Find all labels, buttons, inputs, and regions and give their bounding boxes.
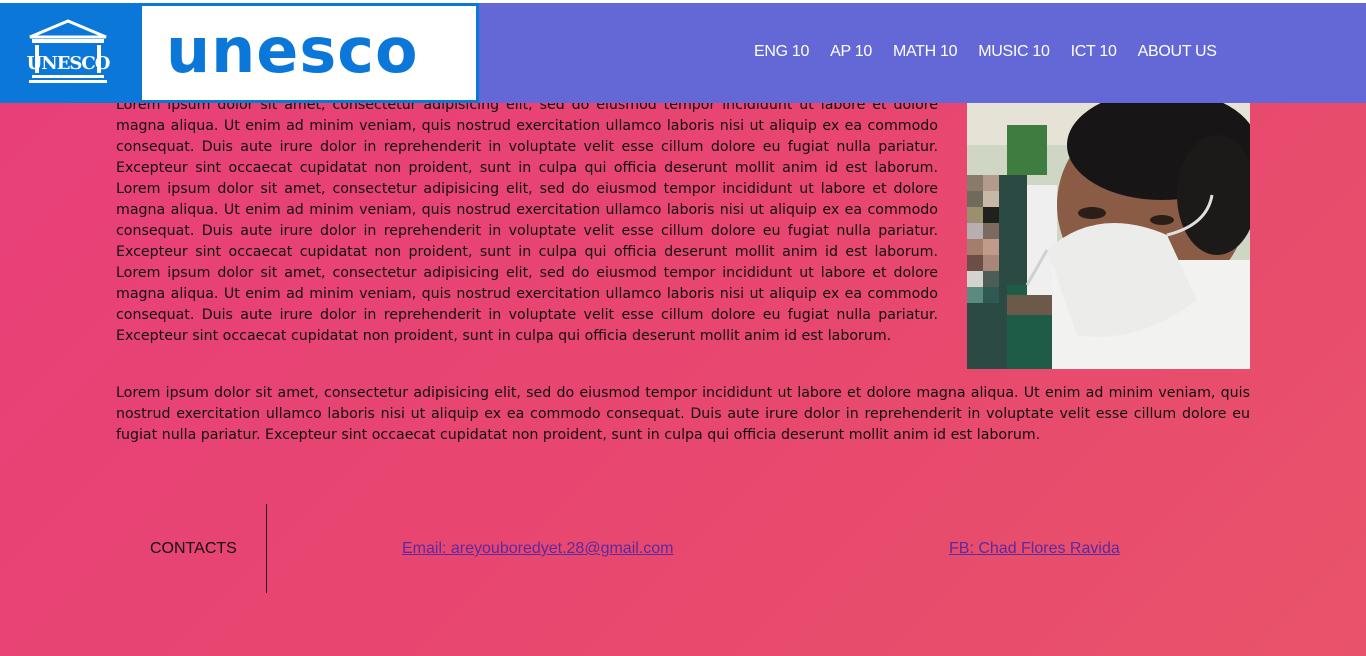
- email-link[interactable]: Email: areyouboredyet.28@gmail.com: [402, 540, 673, 558]
- profile-photo: [967, 85, 1250, 369]
- temple-icon: UNESCO: [27, 19, 110, 83]
- body-paragraph-2: Lorem ipsum dolor sit amet, consectetur …: [116, 385, 1250, 443]
- unesco-emblem-logo[interactable]: UNESCO: [0, 3, 139, 103]
- wordmark-text: unesco: [166, 14, 419, 87]
- nav-math10[interactable]: MATH 10: [893, 43, 958, 61]
- nav-ap10[interactable]: AP 10: [830, 43, 872, 61]
- nav-about-us[interactable]: ABOUT US: [1138, 43, 1217, 61]
- emblem-text: UNESCO: [27, 53, 110, 74]
- nav-eng10[interactable]: ENG 10: [754, 43, 809, 61]
- main-nav: ENG 10 AP 10 MATH 10 MUSIC 10 ICT 10 ABO…: [754, 43, 1217, 61]
- unesco-wordmark[interactable]: unesco: [139, 3, 479, 103]
- contacts-label: CONTACTS: [150, 540, 237, 557]
- site-header: UNESCO unesco ENG 10 AP 10 MATH 10 MUSIC…: [0, 3, 1366, 103]
- body-paragraph-1: Lorem ipsum dolor sit amet, consectetur …: [116, 97, 938, 344]
- nav-ict10[interactable]: ICT 10: [1071, 43, 1117, 61]
- nav-music10[interactable]: MUSIC 10: [978, 43, 1050, 61]
- facebook-link[interactable]: FB: Chad Flores Ravida: [949, 540, 1120, 558]
- footer-divider: [266, 504, 267, 593]
